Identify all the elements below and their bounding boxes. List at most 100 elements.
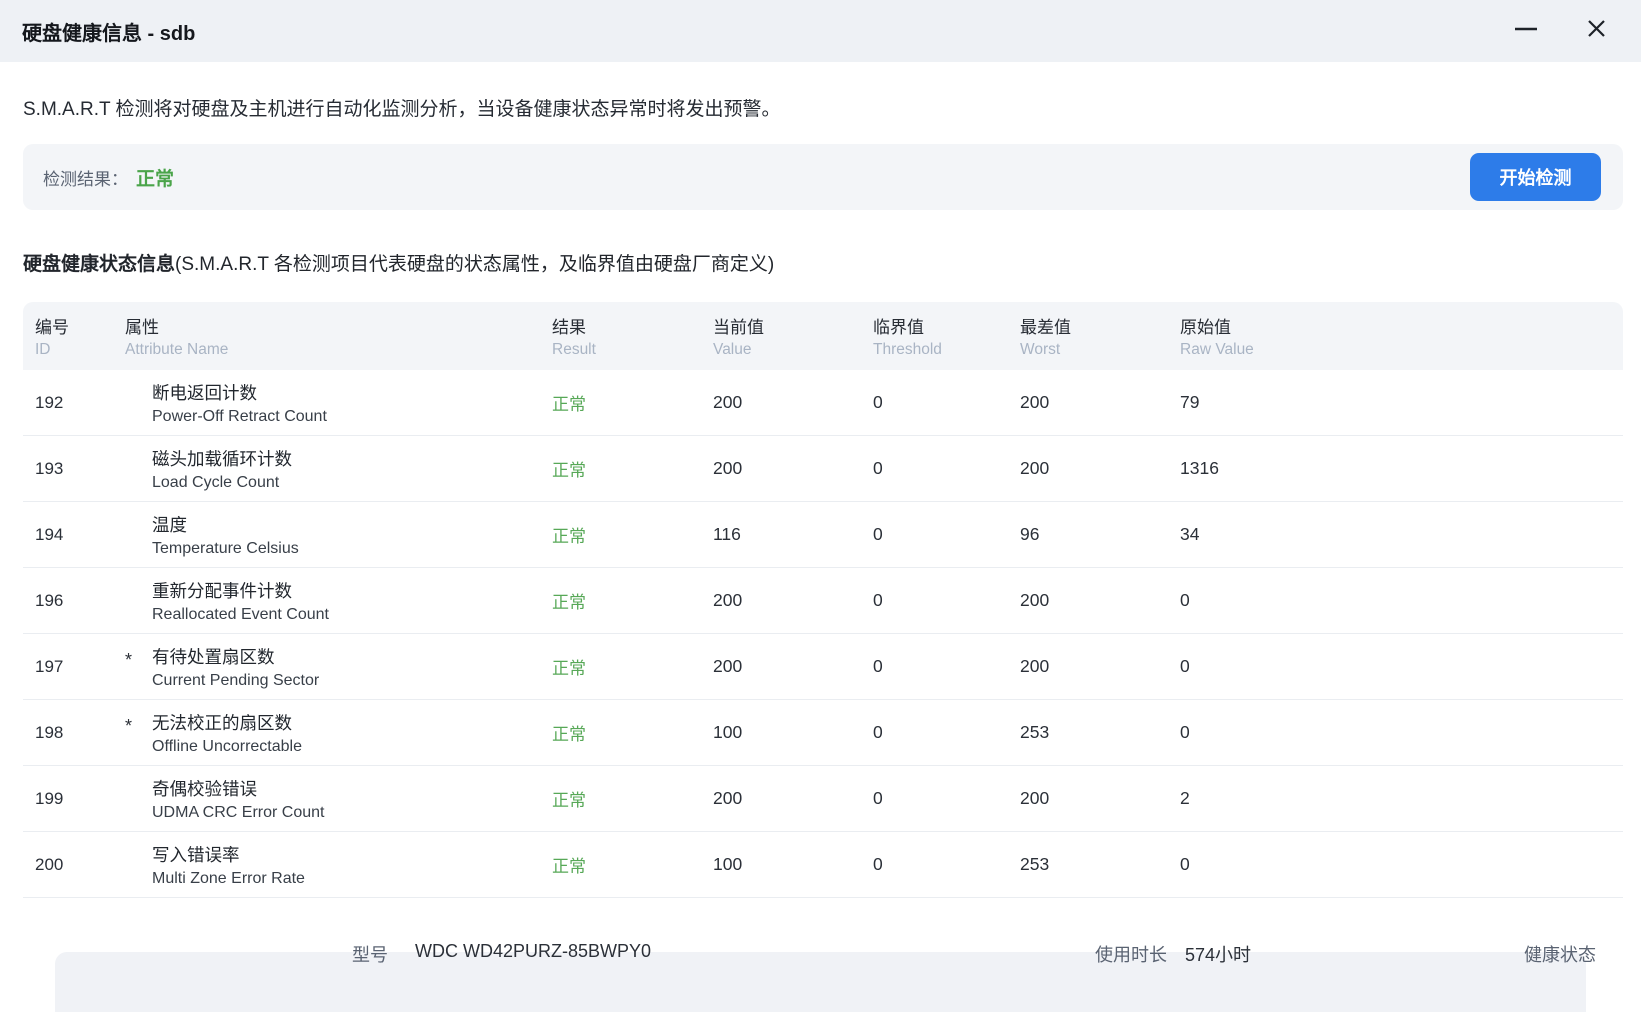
table-row: 192 断电返回计数 Power-Off Retract Count 正常 200 0 20… <box>23 370 1623 436</box>
header-cell-threshold: 临界值 Threshold <box>873 318 942 358</box>
cell-id: 196 <box>35 590 64 610</box>
cell-attribute: 重新分配事件计数 Reallocated Event Count <box>115 578 542 624</box>
cell-attribute: 断电返回计数 Power-Off Retract Count <box>115 380 542 426</box>
attribute-name: 奇偶校验错误 UDMA CRC Error Count <box>152 776 324 822</box>
cell-id: 197 <box>35 656 64 676</box>
cell-threshold: 0 <box>873 392 883 412</box>
section-heading: 硬盘健康状态信息(S.M.A.R.T 各检测项目代表硬盘的状态属性，及临界值由硬… <box>23 249 1617 276</box>
table-row: 196 重新分配事件计数 Reallocated Event Count 正常 200 0… <box>23 568 1623 634</box>
attribute-name-zh: 断电返回计数 <box>152 382 257 403</box>
cell-value: 200 <box>713 590 743 610</box>
attribute-name-en: Temperature Celsius <box>152 539 299 557</box>
cell-worst: 253 <box>1020 854 1050 874</box>
result-panel: 检测结果： 正常 开始检测 <box>23 144 1623 210</box>
attribute-flag: * <box>125 650 133 670</box>
cell-attribute: * 无法校正的扇区数 Offline Uncorrectable <box>115 710 542 756</box>
cell-id: 192 <box>35 392 64 412</box>
attribute-name-zh: 无法校正的扇区数 <box>152 712 292 733</box>
attribute-name: 磁头加载循环计数 Load Cycle Count <box>152 446 292 492</box>
footer-model-value: WDC WD42PURZ-85BWPY0 <box>415 941 652 961</box>
cell-id: 199 <box>35 788 64 808</box>
table-row: 193 磁头加载循环计数 Load Cycle Count 正常 200 0 200 1316 <box>23 436 1623 502</box>
cell-worst: 200 <box>1020 392 1050 412</box>
cell-worst: 200 <box>1020 656 1050 676</box>
minimize-icon <box>1514 19 1538 44</box>
attribute-name-zh: 奇偶校验错误 <box>152 778 257 799</box>
cell-result: 正常 <box>552 725 586 744</box>
header-cell-attribute: 属性 Attribute Name <box>125 318 229 358</box>
attribute-name-en: Power-Off Retract Count <box>152 407 327 425</box>
attribute-name-zh: 写入错误率 <box>152 844 240 865</box>
header-cell-id: 编号 ID <box>35 318 69 358</box>
window-controls <box>1511 16 1617 46</box>
cell-raw: 0 <box>1180 590 1190 610</box>
footer-model-label: 型号 <box>352 945 388 965</box>
cell-worst: 253 <box>1020 722 1050 742</box>
cell-result: 正常 <box>552 461 586 480</box>
cell-id: 198 <box>35 722 64 742</box>
dialog-titlebar: 硬盘健康信息 - sdb <box>0 0 1641 62</box>
smart-table: 编号 ID 属性 Attribute Name 结果 Result 当前值 Va… <box>23 302 1623 898</box>
cell-worst: 200 <box>1020 590 1050 610</box>
result-status: 正常 <box>136 168 175 190</box>
cell-raw: 0 <box>1180 656 1190 676</box>
cell-raw: 2 <box>1180 788 1190 808</box>
table-row: 200 写入错误率 Multi Zone Error Rate 正常 100 0 253 0 <box>23 832 1623 898</box>
cell-threshold: 0 <box>873 788 883 808</box>
cell-raw: 0 <box>1180 722 1190 742</box>
footer-usage-label: 使用时长 <box>1095 945 1167 965</box>
cell-attribute: 磁头加载循环计数 Load Cycle Count <box>115 446 542 492</box>
attribute-name-zh: 温度 <box>152 514 187 535</box>
cell-threshold: 0 <box>873 722 883 742</box>
attribute-name-en: Reallocated Event Count <box>152 605 329 623</box>
close-button[interactable] <box>1581 16 1611 46</box>
attribute-name-zh: 有待处置扇区数 <box>152 646 275 667</box>
start-scan-button[interactable]: 开始检测 <box>1470 153 1601 201</box>
cell-attribute: 写入错误率 Multi Zone Error Rate <box>115 842 542 888</box>
cell-raw: 1316 <box>1180 458 1219 478</box>
cell-threshold: 0 <box>873 458 883 478</box>
smart-description: S.M.A.R.T 检测将对硬盘及主机进行自动化监测分析，当设备健康状态异常时将… <box>23 99 781 120</box>
cell-result: 正常 <box>552 395 586 414</box>
cell-worst: 200 <box>1020 458 1050 478</box>
section-heading-note: (S.M.A.R.T 各检测项目代表硬盘的状态属性，及临界值由硬盘厂商定义) <box>175 254 775 275</box>
attribute-name-zh: 磁头加载循环计数 <box>152 448 292 469</box>
close-icon <box>1586 18 1607 44</box>
cell-id: 194 <box>35 524 64 544</box>
attribute-name-en: Current Pending Sector <box>152 671 320 689</box>
cell-value: 100 <box>713 854 743 874</box>
cell-id: 200 <box>35 854 64 874</box>
header-cell-value: 当前值 Value <box>713 318 764 358</box>
attribute-name: 温度 Temperature Celsius <box>152 512 299 558</box>
attribute-name: 无法校正的扇区数 Offline Uncorrectable <box>152 710 302 756</box>
footer-panel <box>55 952 1586 1012</box>
cell-attribute: 奇偶校验错误 UDMA CRC Error Count <box>115 776 542 822</box>
cell-value: 200 <box>713 788 743 808</box>
cell-attribute: 温度 Temperature Celsius <box>115 512 542 558</box>
footer-health-label: 健康状态 <box>1524 945 1596 965</box>
header-cell-result: 结果 Result <box>552 318 596 358</box>
cell-result: 正常 <box>552 659 586 678</box>
cell-id: 193 <box>35 458 64 478</box>
minimize-button[interactable] <box>1511 16 1541 46</box>
attribute-flag: * <box>125 716 133 736</box>
attribute-name: 重新分配事件计数 Reallocated Event Count <box>152 578 329 624</box>
table-row: 198 * 无法校正的扇区数 Offline Uncorrectable 正常 100 0 2… <box>23 700 1623 766</box>
table-body: 192 断电返回计数 Power-Off Retract Count 正常 200 0 20… <box>23 370 1623 898</box>
cell-threshold: 0 <box>873 656 883 676</box>
cell-value: 200 <box>713 392 743 412</box>
cell-raw: 0 <box>1180 854 1190 874</box>
header-cell-worst: 最差值 Worst <box>1020 318 1071 358</box>
attribute-name-en: UDMA CRC Error Count <box>152 803 325 821</box>
cell-value: 200 <box>713 656 743 676</box>
page-title: 硬盘健康信息 - sdb <box>22 22 196 45</box>
cell-result: 正常 <box>552 527 586 546</box>
attribute-name: 有待处置扇区数 Current Pending Sector <box>152 644 319 690</box>
attribute-name: 写入错误率 Multi Zone Error Rate <box>152 842 305 888</box>
cell-attribute: * 有待处置扇区数 Current Pending Sector <box>115 644 542 690</box>
cell-value: 100 <box>713 722 743 742</box>
cell-result: 正常 <box>552 791 586 810</box>
cell-threshold: 0 <box>873 524 883 544</box>
cell-threshold: 0 <box>873 854 883 874</box>
cell-result: 正常 <box>552 593 586 612</box>
